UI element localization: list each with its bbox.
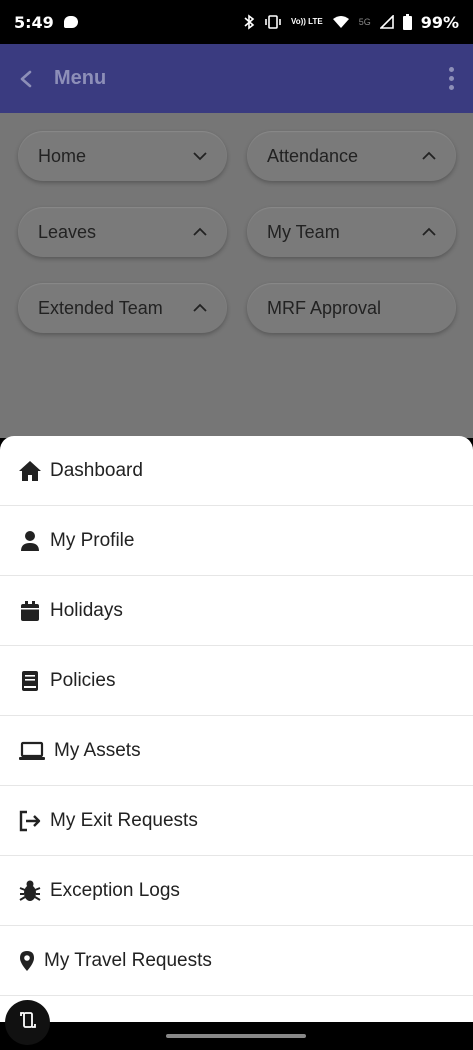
sheet-item-label: My Profile bbox=[50, 529, 135, 551]
home-icon bbox=[18, 459, 42, 483]
book-icon bbox=[18, 669, 42, 693]
network-5g-label: 5G bbox=[358, 17, 371, 27]
menu-pill-leaves[interactable]: Leaves bbox=[18, 207, 227, 257]
rotate-screen-button[interactable] bbox=[5, 1000, 50, 1045]
volte-icon: Vo)) LTE bbox=[290, 17, 323, 26]
bluetooth-icon bbox=[243, 14, 255, 30]
sheet-item-label: Policies bbox=[50, 669, 116, 691]
menu-pill-label: Attendance bbox=[267, 145, 359, 166]
status-time: 5:49 bbox=[14, 12, 54, 32]
exit-icon bbox=[18, 809, 42, 833]
vibrate-icon bbox=[264, 15, 282, 29]
menu-pill-extended-team[interactable]: Extended Team bbox=[18, 283, 227, 333]
sheet-item-label: My Assets bbox=[54, 739, 141, 761]
status-bar: 5:49 Vo)) LTE 5G 99% bbox=[0, 0, 473, 44]
chevron-up-icon bbox=[420, 147, 438, 165]
calendar-icon bbox=[18, 599, 42, 623]
laptop-icon bbox=[18, 739, 46, 763]
sheet-item-label: My Travel Requests bbox=[44, 949, 212, 971]
battery-percent: 99% bbox=[420, 12, 459, 32]
sheet-item-my-exit-requests[interactable]: My Exit Requests bbox=[0, 786, 473, 856]
app-bar: Menu bbox=[0, 44, 473, 113]
person-icon bbox=[18, 529, 42, 553]
sheet-item-exception-logs[interactable]: Exception Logs bbox=[0, 856, 473, 926]
chevron-up-icon bbox=[191, 223, 209, 241]
sheet-item-my-profile[interactable]: My Profile bbox=[0, 506, 473, 576]
back-arrow-icon[interactable] bbox=[14, 67, 38, 91]
menu-pill-label: My Team bbox=[267, 221, 340, 242]
home-gesture-handle[interactable] bbox=[166, 1034, 306, 1038]
chevron-up-icon bbox=[420, 223, 438, 241]
chevron-down-icon bbox=[191, 147, 209, 165]
sheet-item-label: Dashboard bbox=[50, 459, 143, 481]
sheet-item-dashboard[interactable]: Dashboard bbox=[0, 436, 473, 506]
menu-pill-label: Extended Team bbox=[38, 297, 163, 318]
location-pin-icon bbox=[18, 949, 36, 973]
page-title: Menu bbox=[54, 67, 107, 89]
menu-pill-mrf-approval[interactable]: MRF Approval bbox=[247, 283, 456, 333]
battery-icon bbox=[402, 14, 412, 30]
chevron-up-icon bbox=[191, 299, 209, 317]
sheet-item-label: My Exit Requests bbox=[50, 809, 198, 831]
sheet-item-label: Holidays bbox=[50, 599, 123, 621]
menu-pill-label: MRF Approval bbox=[267, 297, 382, 318]
system-nav-bar bbox=[0, 1022, 473, 1050]
sheet-item-holidays[interactable]: Holidays bbox=[0, 576, 473, 646]
menu-pill-my-team[interactable]: My Team bbox=[247, 207, 456, 257]
rotate-icon bbox=[18, 1010, 38, 1035]
bug-icon bbox=[18, 879, 42, 903]
chat-notification-icon bbox=[63, 16, 78, 28]
bottom-sheet-menu: Dashboard My Profile Holidays Policies M… bbox=[0, 436, 473, 1026]
more-options-icon[interactable] bbox=[443, 67, 459, 90]
menu-pill-label: Home bbox=[38, 145, 87, 166]
menu-grid-overlay: Home Attendance Leaves My Team Extended … bbox=[0, 113, 473, 438]
menu-pill-label: Leaves bbox=[38, 221, 97, 242]
signal-icon bbox=[379, 15, 394, 29]
menu-pill-home[interactable]: Home bbox=[18, 131, 227, 181]
sheet-item-my-travel-requests[interactable]: My Travel Requests bbox=[0, 926, 473, 996]
menu-pill-attendance[interactable]: Attendance bbox=[247, 131, 456, 181]
sheet-item-label: Exception Logs bbox=[50, 879, 180, 901]
sheet-item-my-assets[interactable]: My Assets bbox=[0, 716, 473, 786]
sheet-item-policies[interactable]: Policies bbox=[0, 646, 473, 716]
wifi-icon bbox=[332, 15, 350, 29]
